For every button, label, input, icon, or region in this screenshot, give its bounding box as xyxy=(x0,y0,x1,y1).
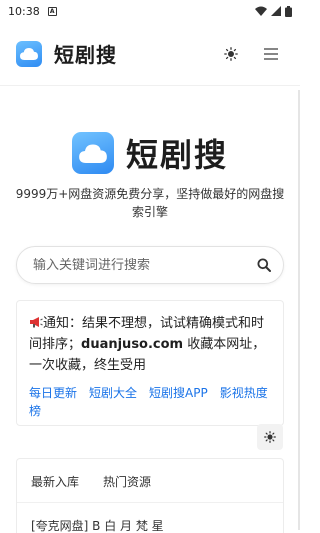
notice-domain: duanjuso.com xyxy=(81,337,184,352)
menu-button[interactable] xyxy=(256,39,286,69)
resources-card: 最新入库 热门资源 [夸克网盘] B 白 月 梵 星 xyxy=(16,458,284,533)
list-item[interactable]: [夸克网盘] B 白 月 梵 星 xyxy=(17,503,283,533)
hero-title: 短剧搜 xyxy=(125,136,228,174)
scrollbar[interactable] xyxy=(298,90,300,530)
megaphone-icon xyxy=(30,317,43,328)
wifi-icon xyxy=(255,6,267,16)
status-bar-left: 10:38 A xyxy=(8,5,57,18)
hero-tagline: 9999万+网盘资源免费分享，坚持做最好的网盘搜索引擎 xyxy=(15,187,285,219)
search-input[interactable] xyxy=(33,257,257,273)
link-drama-collection[interactable]: 短剧大全 xyxy=(89,386,137,400)
link-app[interactable]: 短剧搜APP xyxy=(149,386,208,400)
status-bar: 10:38 A xyxy=(0,0,300,22)
signal-icon xyxy=(271,6,281,16)
search-box[interactable] xyxy=(16,246,284,284)
theme-toggle-button[interactable] xyxy=(216,39,246,69)
tab-hot[interactable]: 热门资源 xyxy=(103,473,151,502)
site-logo-icon[interactable] xyxy=(16,40,42,67)
menu-icon xyxy=(264,47,278,60)
status-time: 10:38 xyxy=(8,4,40,18)
floating-theme-button[interactable] xyxy=(257,424,283,450)
search-icon[interactable] xyxy=(257,258,271,272)
battery-icon xyxy=(285,5,292,17)
link-daily-update[interactable]: 每日更新 xyxy=(29,386,77,400)
hero-section: 短剧搜 xyxy=(0,130,300,176)
notice-text: 通知：结果不理想，试试精确模式和时间排序；duanjuso.com 收藏本网址，… xyxy=(29,313,271,376)
site-brand-name[interactable]: 短剧搜 xyxy=(54,39,117,68)
status-bar-right xyxy=(255,5,292,17)
sun-icon xyxy=(264,431,276,443)
notice-links: 每日更新 短剧大全 短剧搜APP 影视热度榜 xyxy=(29,384,271,420)
sun-icon xyxy=(224,46,238,61)
tab-latest[interactable]: 最新入库 xyxy=(31,473,79,502)
notice-card: 通知：结果不理想，试试精确模式和时间排序；duanjuso.com 收藏本网址，… xyxy=(16,300,284,426)
hero-logo-icon xyxy=(71,132,114,174)
top-navigation-bar: 短剧搜 xyxy=(0,22,300,86)
resource-tabs: 最新入库 热门资源 xyxy=(17,459,283,503)
a-box-icon: A xyxy=(47,6,57,16)
